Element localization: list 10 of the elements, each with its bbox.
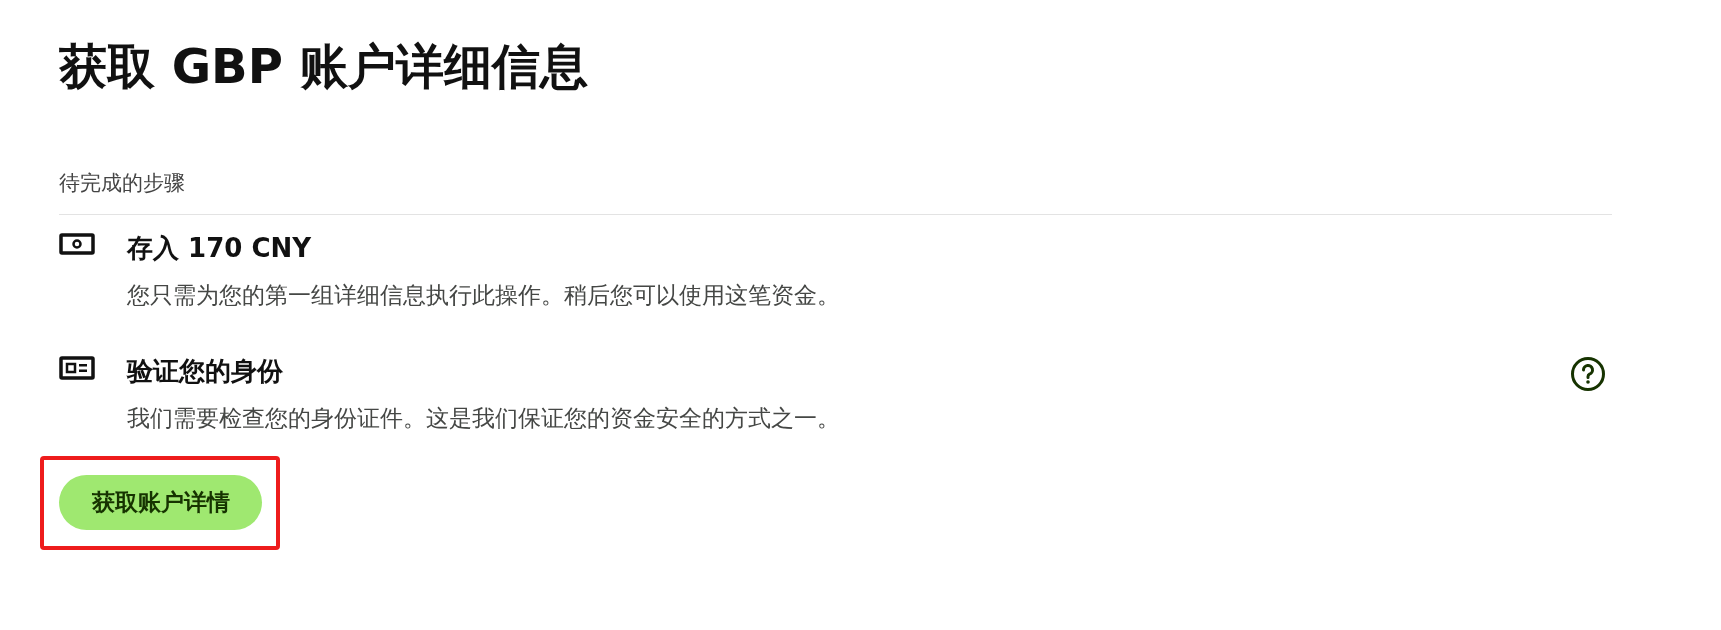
step-title: 存入 170 CNY <box>127 231 313 265</box>
page-title: 获取 GBP 账户详细信息 <box>59 42 589 90</box>
get-account-details-button[interactable]: 获取账户详情 <box>59 475 262 530</box>
help-icon[interactable] <box>1570 356 1606 392</box>
step-title: 验证您的身份 <box>127 355 284 388</box>
section-label: 待完成的步骤 <box>59 171 185 195</box>
step-description: 您只需为您的第一组详细信息执行此操作。稍后您可以使用这笔资金。 <box>127 280 841 310</box>
id-card-icon <box>59 356 95 380</box>
step-description: 我们需要检查您的身份证件。这是我们保证您的资金安全的方式之一。 <box>127 404 841 433</box>
banknote-icon <box>59 232 95 255</box>
